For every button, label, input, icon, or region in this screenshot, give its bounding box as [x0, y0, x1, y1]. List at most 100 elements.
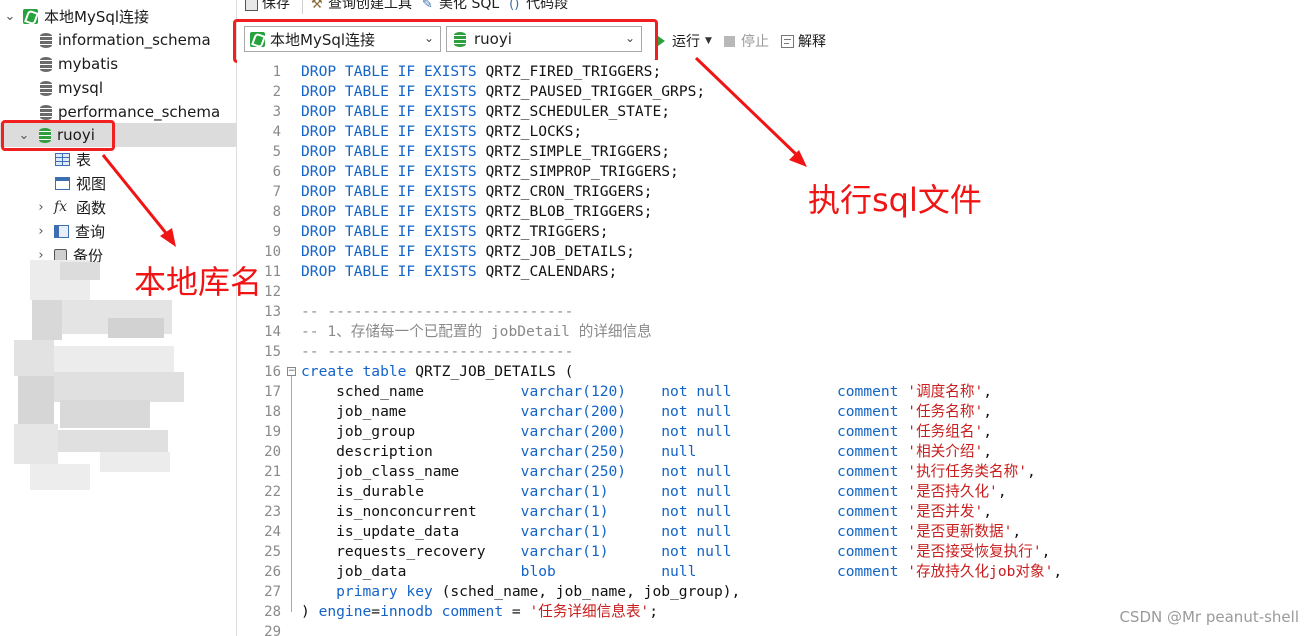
database-icon [40, 80, 52, 96]
column-type: varchar(1) [520, 523, 662, 540]
punctuation: , [1041, 543, 1051, 560]
code-line: is_durable varchar(1) not null comment '… [301, 482, 1007, 502]
code-line: -- ---------------------------- [301, 342, 573, 362]
highlight-ruoyi-node [1, 120, 115, 151]
view-icon [55, 176, 70, 190]
sql-comment: -- ---------------------------- [301, 303, 574, 320]
run-button[interactable]: 运行 ▼ [658, 31, 712, 51]
highlight-selectors [233, 19, 658, 63]
chevron-down-icon[interactable]: ⌄ [3, 9, 17, 24]
sql-editor[interactable]: 1 2 3 4 5 6 7 8 9 10 11 12 13 14 15 16 17 18 19 20 21 22 23 24 2… [237, 60, 1313, 636]
tree-item-views[interactable]: 视图 [0, 171, 236, 195]
tree-db-mysql[interactable]: mysql [0, 76, 236, 100]
sql-keyword: comment [441, 603, 504, 620]
tree-item-label: 函数 [76, 198, 107, 217]
sql-keyword: DROP TABLE IF EXISTS [301, 63, 477, 80]
column-nullability: not null [661, 503, 837, 520]
column-type: varchar(250) [520, 463, 662, 480]
query-builder-label: 查询创建工具 [328, 0, 412, 12]
column-type: varchar(120) [520, 383, 662, 400]
tree-db-information-schema[interactable]: information_schema [0, 28, 236, 52]
column-name: requests_recovery [301, 543, 521, 560]
chevron-right-icon[interactable]: › [34, 200, 48, 215]
punctuation: , [983, 443, 993, 460]
line-number: 14 [264, 324, 281, 340]
punctuation: , [983, 423, 993, 440]
column-nullability: not null [661, 523, 837, 540]
string-literal: '是否持久化' [907, 483, 998, 500]
save-icon [245, 0, 258, 11]
fold-toggle-icon[interactable]: − [287, 367, 296, 376]
hammer-icon: ⚒ [311, 0, 323, 12]
line-number: 8 [272, 204, 281, 220]
line-number: 26 [264, 564, 281, 580]
code-line: -- 1、存储每一个已配置的 jobDetail 的详细信息 [301, 322, 652, 342]
sql-keyword: DROP TABLE IF EXISTS [301, 123, 477, 140]
stop-label: 停止 [741, 34, 769, 50]
db-label: mybatis [58, 55, 119, 73]
punctuation: , [983, 403, 993, 420]
tree-item-functions[interactable]: › fx 函数 [0, 195, 236, 219]
column-nullability: null [661, 443, 837, 460]
table-name: QRTZ_SIMPROP_TRIGGERS; [476, 163, 679, 180]
tree-item-queries[interactable]: › 查询 [0, 219, 236, 243]
query-builder-button[interactable]: ⚒ 查询创建工具 [311, 0, 412, 11]
code-line: job_group varchar(200) not null comment … [301, 422, 992, 442]
chevron-right-icon[interactable]: › [34, 224, 48, 239]
sql-keyword: DROP TABLE IF EXISTS [301, 183, 477, 200]
code-line: DROP TABLE IF EXISTS QRTZ_BLOB_TRIGGERS; [301, 202, 652, 222]
line-number: 28 [264, 604, 281, 620]
tree-db-mybatis[interactable]: mybatis [0, 52, 236, 76]
column-type: varchar(1) [520, 543, 662, 560]
sql-keyword: engine [318, 603, 372, 620]
string-literal: '是否更新数据' [907, 523, 1013, 540]
string-literal: '任务名称' [907, 403, 984, 420]
column-name: sched_name [301, 383, 521, 400]
string-literal: '执行任务类名称' [907, 463, 1028, 480]
line-number: 17 [264, 384, 281, 400]
punctuation: = [503, 603, 530, 620]
tree-item-label: 表 [76, 150, 92, 169]
line-number: 25 [264, 544, 281, 560]
column-name: job_name [301, 403, 521, 420]
explain-label: 解释 [798, 34, 826, 50]
table-name: QRTZ_TRIGGERS; [476, 223, 609, 240]
fold-guide [291, 376, 292, 612]
sql-keyword: DROP TABLE IF EXISTS [301, 263, 477, 280]
navigator-panel: ⌄ 本地MySql连接 information_schema mybatis m… [0, 0, 237, 636]
string-literal: '相关介绍' [907, 443, 984, 460]
connection-icon [23, 8, 38, 24]
code-line: DROP TABLE IF EXISTS QRTZ_PAUSED_TRIGGER… [301, 82, 705, 102]
sql-keyword: comment [836, 503, 908, 520]
explain-button[interactable]: 解释 [781, 31, 826, 51]
punctuation: , [1012, 523, 1022, 540]
code-line: DROP TABLE IF EXISTS QRTZ_LOCKS; [301, 122, 582, 142]
play-icon [658, 36, 665, 46]
punctuation: , [1027, 463, 1036, 480]
code-line: primary key (sched_name, job_name, job_g… [301, 582, 740, 602]
line-number: 18 [264, 404, 281, 420]
column-nullability: not null [661, 383, 837, 400]
save-button[interactable]: 保存 [245, 0, 290, 11]
code-line: DROP TABLE IF EXISTS QRTZ_SIMPROP_TRIGGE… [301, 162, 679, 182]
punctuation: , [997, 483, 1007, 500]
punctuation [433, 603, 442, 620]
caret-down-icon[interactable]: ▼ [705, 36, 712, 46]
column-nullability: not null [661, 403, 837, 420]
beautify-sql-button[interactable]: ✎ 美化 SQL [422, 0, 499, 11]
line-number: 9 [272, 224, 281, 240]
code-line: description varchar(250) null comment '相… [301, 442, 992, 462]
stop-button[interactable]: 停止 [724, 31, 769, 51]
code-line: ) engine=innodb comment = '任务详细信息表'; [301, 602, 658, 622]
line-number: 15 [264, 344, 281, 360]
code-line: job_class_name varchar(250) not null com… [301, 462, 1036, 482]
tree-connection[interactable]: ⌄ 本地MySql连接 [0, 4, 236, 28]
database-icon [40, 32, 52, 48]
line-number: 20 [264, 444, 281, 460]
editor-toolbar: 保存 ⚒ 查询创建工具 ✎ 美化 SQL () 代码段 [237, 0, 1313, 16]
explain-icon [781, 34, 794, 48]
table-name: QRTZ_SCHEDULER_STATE; [476, 103, 671, 120]
code-line: DROP TABLE IF EXISTS QRTZ_SIMPLE_TRIGGER… [301, 142, 670, 162]
column-nullability: null [661, 563, 837, 580]
code-snippet-button[interactable]: () 代码段 [509, 0, 568, 11]
